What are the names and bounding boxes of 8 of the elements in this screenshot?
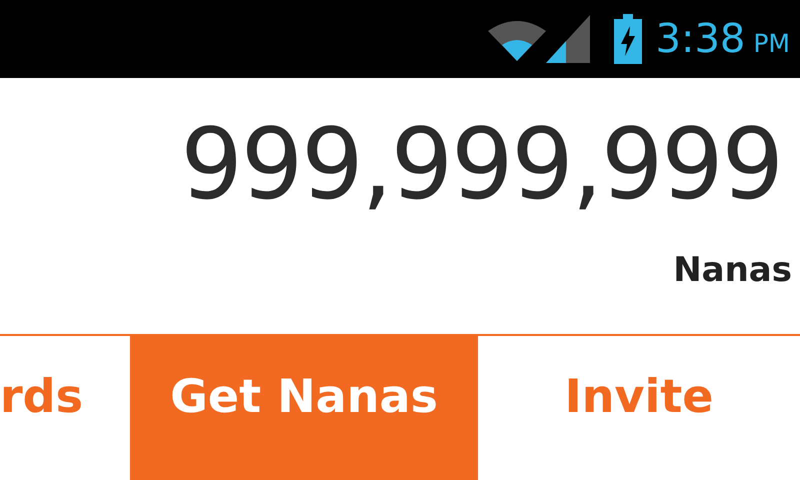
balance-amount: 999,999,999 [180, 116, 782, 214]
clock-time: 3:38 [656, 16, 746, 62]
wifi-icon [488, 19, 546, 63]
tab[interactable]: Get Nanas [130, 336, 478, 480]
clock-meridiem: PM [753, 28, 790, 58]
signal-icon [546, 15, 590, 63]
balance-unit: Nanas [673, 250, 792, 290]
battery-charging-icon [614, 14, 642, 64]
